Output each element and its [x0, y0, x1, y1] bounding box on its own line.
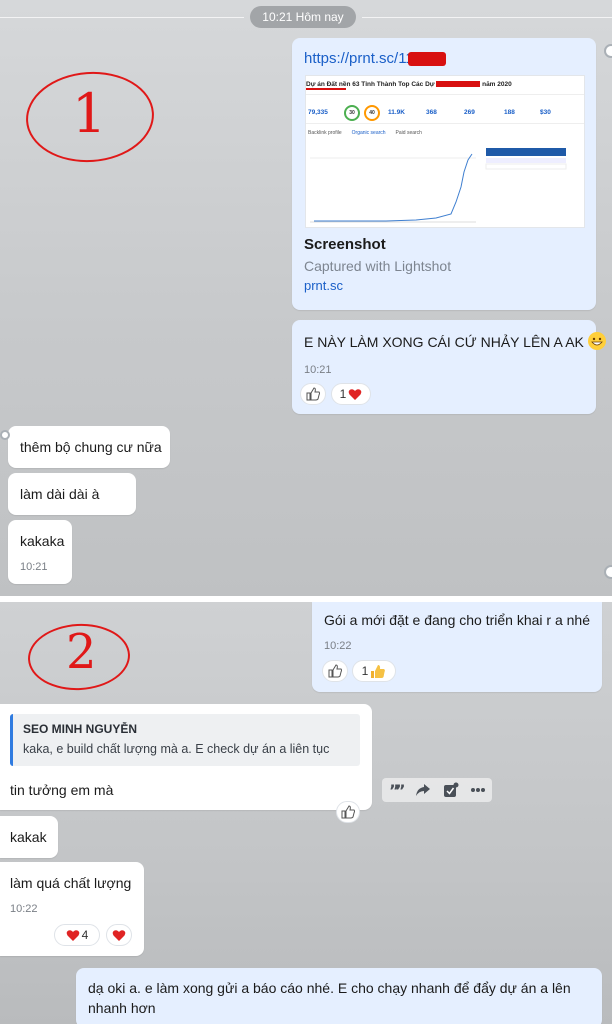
- incoming-message-text: kakak: [10, 829, 47, 845]
- incoming-message-time: 10:22: [10, 903, 38, 915]
- my-message-bubble-bottom[interactable]: dạ oki a. e làm xong gửi a báo cáo nhé. …: [76, 968, 602, 1024]
- thumbnail-year: năm 2020: [482, 81, 512, 88]
- thumb-stat-1: 79,335: [308, 109, 328, 116]
- thumb-tab-2: Organic search: [351, 130, 386, 136]
- thumbnail-stats-row: 79,335 30 40 11.9K 368 269 188 $30: [306, 94, 584, 124]
- date-divider-line-right: [362, 17, 612, 18]
- date-divider: 10:21 Hôm nay: [250, 6, 356, 28]
- thumbnail-tabs: Backlink profile Organic search Paid sea…: [308, 130, 422, 136]
- incoming-message-text: kakaka: [20, 533, 65, 549]
- thumb-stat-3: 40: [364, 105, 380, 121]
- date-divider-line-left: [0, 17, 244, 18]
- reaction-count: 1: [361, 664, 369, 678]
- reaction-count: 4: [81, 928, 89, 942]
- avatar-edge-marker: [0, 430, 10, 440]
- redaction-mark: [408, 52, 446, 66]
- annotation-number-1: 1: [72, 82, 107, 145]
- thumb-tab-1: Backlink profile: [308, 130, 342, 136]
- incoming-message-time: 10:21: [20, 561, 48, 573]
- task-icon[interactable]: [443, 782, 459, 798]
- thumbs-up-icon: [341, 805, 355, 819]
- heart-icon: [112, 929, 126, 941]
- scroll-marker-bottom: [604, 565, 612, 579]
- thumb-stat-5: 368: [426, 109, 437, 116]
- quoted-reply-bubble[interactable]: SEO MINH NGUYỄN kaka, e build chất lượng…: [0, 704, 372, 810]
- message-action-bar: ””: [382, 778, 492, 802]
- heart-reaction-button[interactable]: [106, 924, 132, 946]
- my-message-time: 10:22: [324, 640, 352, 652]
- incoming-message-3[interactable]: kakaka 10:21: [8, 520, 72, 584]
- link-card-subtitle: Captured with Lightshot: [304, 258, 452, 274]
- incoming-message-text: thêm bộ chung cư nữa: [20, 439, 162, 455]
- thumbs-up-icon: [306, 387, 320, 401]
- more-icon[interactable]: [470, 787, 486, 793]
- like-reaction-button[interactable]: [300, 383, 326, 405]
- incoming-message-text: làm quá chất lượng: [10, 875, 132, 891]
- like-reaction-button[interactable]: [336, 801, 360, 823]
- my-message-text: dạ oki a. e làm xong gửi a báo cáo nhé. …: [88, 980, 571, 1016]
- link-card-title: Screenshot: [304, 236, 386, 253]
- incoming-message-kakak[interactable]: kakak: [0, 816, 58, 858]
- reaction-summary[interactable]: 4: [54, 924, 100, 946]
- quote-block[interactable]: SEO MINH NGUYỄN kaka, e build chất lượng…: [10, 714, 360, 766]
- thumb-stat-4: 11.9K: [388, 109, 405, 116]
- thumb-stat-7: 188: [504, 109, 515, 116]
- my-message-text: Gói a mới đặt e đang cho triển khai r a …: [324, 612, 590, 628]
- like-reaction-button[interactable]: [322, 660, 348, 682]
- chat-panel-2: 2 Gói a mới đặt e đang cho triển khai r …: [0, 602, 612, 1024]
- thumb-stat-6: 269: [464, 109, 475, 116]
- incoming-message-2[interactable]: làm dài dài à: [8, 473, 136, 515]
- thumbnail-redaction: [436, 81, 481, 88]
- reaction-count: 1: [339, 387, 347, 401]
- chat-panel-1: 10:21 Hôm nay 1 https://prnt.sc/115 Dự á…: [0, 0, 612, 596]
- svg-text:”: ”: [395, 783, 404, 797]
- quote-icon[interactable]: ””: [388, 783, 404, 797]
- thumbs-up-emoji-icon: [371, 664, 386, 678]
- thumbnail-chart: [310, 148, 567, 223]
- heart-icon: [349, 388, 362, 400]
- quote-author: SEO MINH NGUYỄN: [23, 722, 138, 736]
- my-message-text: E NÀY LÀM XONG CÁI CỨ NHẢY LÊN A AK: [304, 334, 584, 350]
- reaction-summary[interactable]: 1: [331, 383, 371, 405]
- quote-text: kaka, e build chất lượng mà a. E check d…: [23, 742, 330, 756]
- forward-icon[interactable]: [415, 783, 431, 797]
- incoming-message-text: làm dài dài à: [20, 486, 100, 502]
- thumbs-up-icon: [328, 664, 342, 678]
- link-preview-thumbnail[interactable]: Dự án Đất nền 63 Tỉnh Thành Top Các Dự n…: [305, 75, 585, 228]
- thumbnail-title: Dự án Đất nền 63 Tỉnh Thành Top Các Dự: [306, 81, 435, 88]
- annotation-number-2: 2: [66, 624, 97, 680]
- incoming-message-1[interactable]: thêm bộ chung cư nữa: [8, 426, 170, 468]
- reply-text: tin tưởng em mà: [10, 782, 114, 798]
- heart-icon: [66, 929, 79, 941]
- thumb-tab-3: Paid search: [395, 130, 422, 136]
- link-url[interactable]: https://prnt.sc/115: [304, 50, 422, 67]
- reaction-summary[interactable]: 1: [352, 660, 396, 682]
- grin-emoji-icon: [587, 332, 606, 350]
- thumb-stat-2: 30: [344, 105, 360, 121]
- link-card-domain[interactable]: prnt.sc: [304, 278, 343, 293]
- my-message-time: 10:21: [304, 364, 332, 376]
- scroll-marker-top: [604, 44, 612, 58]
- thumb-stat-8: $30: [540, 109, 551, 116]
